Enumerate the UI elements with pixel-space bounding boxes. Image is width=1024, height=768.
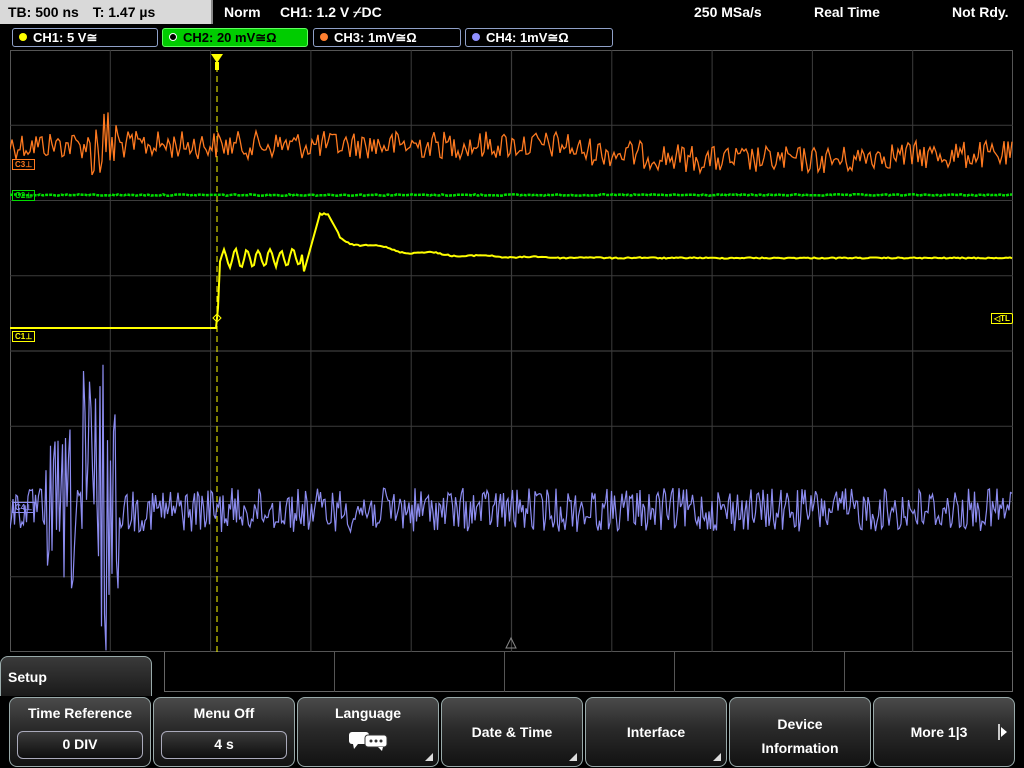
ch1-offset-marker[interactable]: C1⊥ — [12, 331, 36, 342]
marker-label: C2 — [15, 191, 26, 200]
marker-label: C4 — [15, 503, 26, 512]
strip-divider — [504, 652, 505, 692]
channel-tab-ch2[interactable]: CH2: 20 mV≅Ω — [162, 28, 308, 47]
date-time-softkey[interactable]: Date & Time — [441, 697, 583, 767]
marker-label: TL — [1000, 314, 1010, 323]
arrow-right-icon — [998, 724, 1007, 740]
softkey-label: Time Reference — [27, 705, 132, 721]
softkey-label: Language — [334, 705, 402, 721]
channel-tab-ch3[interactable]: CH3: 1mV≅Ω — [313, 28, 461, 47]
softkey-label: Interface — [626, 724, 686, 740]
channel-tab-label: CH2: 20 mV≅Ω — [183, 30, 277, 45]
channel-tab-ch1[interactable]: CH1: 5 V≅ — [12, 28, 158, 47]
interface-softkey[interactable]: Interface — [585, 697, 727, 767]
acquisition-mode-readout: Real Time — [814, 4, 880, 20]
submenu-indicator-icon — [569, 753, 577, 761]
menu-off-softkey[interactable]: Menu Off 4 s — [153, 697, 295, 767]
ch3-color-dot — [320, 33, 328, 41]
marker-label: C3 — [15, 160, 26, 169]
trigger-time-readout: T: 1.47 µs — [92, 4, 156, 20]
language-softkey[interactable]: Language — [297, 697, 439, 767]
acq-mode-readout[interactable]: Norm — [224, 0, 261, 24]
channel-tab-ch4[interactable]: CH4: 1mV≅Ω — [465, 28, 613, 47]
ch2-color-dot — [169, 33, 177, 41]
sample-rate-readout: 250 MSa/s — [694, 4, 762, 20]
ch3-offset-marker[interactable]: C3⊥ — [12, 159, 36, 170]
waveform-canvas — [10, 50, 1013, 652]
softkey-label: Date & Time — [471, 724, 553, 740]
softkey-label: Menu Off — [193, 705, 255, 721]
ch1-color-dot — [19, 33, 27, 41]
submenu-indicator-icon — [425, 753, 433, 761]
time-reference-softkey[interactable]: Time Reference 0 DIV — [9, 697, 151, 767]
trigger-setting-readout[interactable]: CH1: 1.2 V ⌿DC — [280, 0, 382, 24]
timebase-readout: TB: 500 ns — [8, 4, 79, 20]
strip-divider — [674, 652, 675, 692]
menu-title: Setup — [8, 669, 47, 685]
timebase-box[interactable]: TB: 500 ns T: 1.47 µs — [0, 0, 213, 24]
softkey-label: Device Information — [761, 716, 839, 756]
marker-label: C1 — [15, 332, 26, 341]
ch4-offset-marker[interactable]: C4⊥ — [12, 502, 36, 513]
menu-off-value: 4 s — [161, 731, 287, 759]
strip-divider — [844, 652, 845, 692]
ch2-offset-marker[interactable]: C2⊥ — [12, 190, 36, 201]
channel-tab-label: CH3: 1mV≅Ω — [334, 30, 417, 45]
more-softkey[interactable]: More 1|3 — [873, 697, 1015, 767]
strip-divider — [334, 652, 335, 692]
trigger-state-readout: Not Rdy. — [952, 4, 1009, 20]
softkey-label: More 1|3 — [910, 724, 968, 740]
trigger-level-marker[interactable]: ◁TL — [991, 313, 1013, 324]
speech-bubbles-icon — [349, 732, 388, 751]
menu-info-strip — [164, 652, 1013, 692]
device-information-softkey[interactable]: Device Information — [729, 697, 871, 767]
time-reference-value: 0 DIV — [17, 731, 143, 759]
ch4-color-dot — [472, 33, 480, 41]
channel-tab-label: CH1: 5 V≅ — [33, 30, 98, 45]
channel-tab-label: CH4: 1mV≅Ω — [486, 30, 569, 45]
submenu-indicator-icon — [713, 753, 721, 761]
